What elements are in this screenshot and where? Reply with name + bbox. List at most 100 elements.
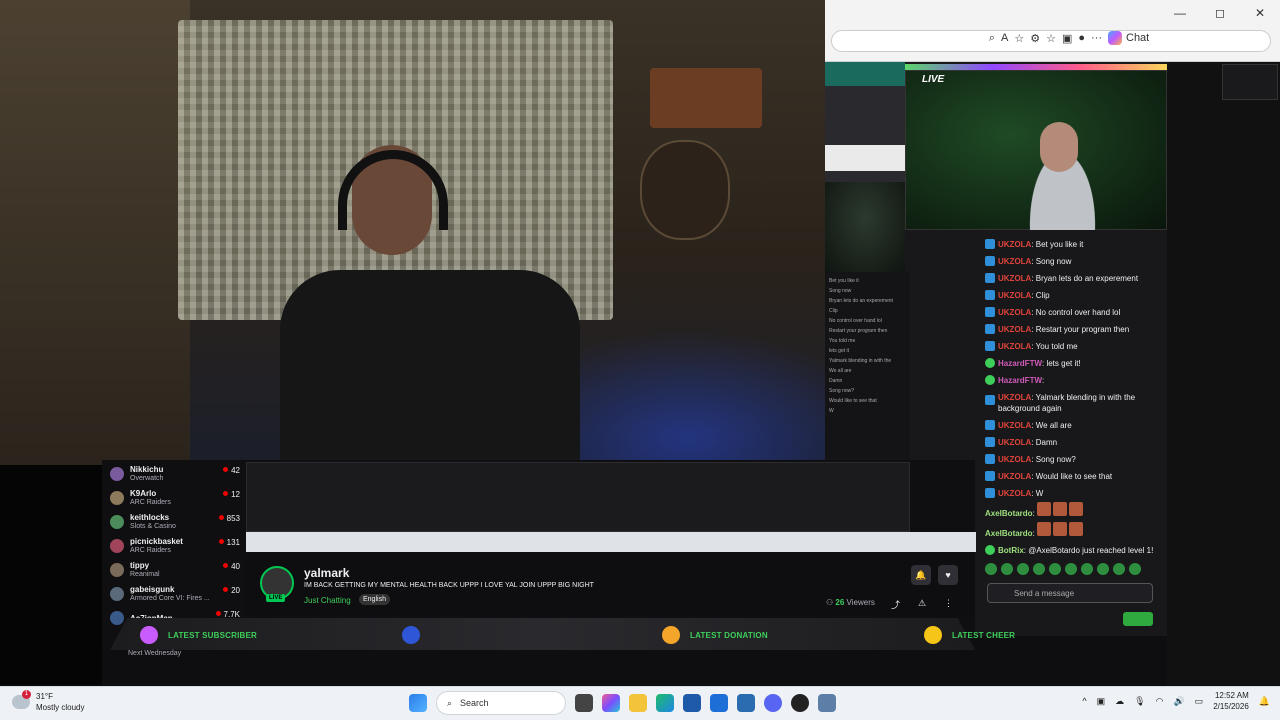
emote-icon[interactable] xyxy=(1017,563,1029,575)
close-button[interactable]: ✕ xyxy=(1240,0,1280,26)
chat-username[interactable]: UKZOLA xyxy=(998,421,1031,430)
profile-icon[interactable]: ● xyxy=(1078,32,1085,44)
chat-send-input[interactable]: Send a message xyxy=(987,583,1153,603)
obs-icon[interactable] xyxy=(791,694,809,712)
emote-icon[interactable] xyxy=(1033,563,1045,575)
chat-text: : lets get it! xyxy=(1042,359,1081,368)
chat-username[interactable]: AxelBotardo xyxy=(985,509,1033,518)
emote-icon[interactable] xyxy=(1065,563,1077,575)
share-icon[interactable]: ⤴ xyxy=(891,598,900,611)
chat-message: UKZOLA: Bet you like it xyxy=(985,236,1155,253)
tray-app-icon[interactable]: ▣ xyxy=(1097,696,1106,707)
emote-icon[interactable] xyxy=(1001,563,1013,575)
heart-alert xyxy=(402,626,420,644)
more-options-icon[interactable]: ⋮ xyxy=(944,598,953,609)
zoom-icon[interactable]: ⌕ xyxy=(989,32,995,45)
emote-icon[interactable] xyxy=(1081,563,1093,575)
channel-avatar xyxy=(110,611,124,625)
chat-text: : Damn xyxy=(1031,438,1058,447)
chat-username[interactable]: UKZOLA xyxy=(998,274,1031,283)
chat-username[interactable]: UKZOLA xyxy=(998,308,1031,317)
taskbar-search-label: Search xyxy=(460,698,489,708)
chat-username[interactable]: HazardFTW xyxy=(998,376,1042,385)
chat-username[interactable]: UKZOLA xyxy=(998,291,1031,300)
settings-icon[interactable] xyxy=(818,694,836,712)
channel-text: gabeisgunk Armored Core VI: Fires ... xyxy=(130,585,210,603)
collections-icon[interactable]: ▣ xyxy=(1062,32,1072,45)
clock[interactable]: 12:52 AM 2/15/2026 xyxy=(1213,690,1249,712)
battery-icon[interactable]: ▭ xyxy=(1195,696,1204,707)
emote-icon[interactable] xyxy=(1049,563,1061,575)
emote-icon xyxy=(1037,502,1052,516)
task-view-icon[interactable] xyxy=(575,694,593,712)
weather-widget[interactable]: 1 31°F Mostly cloudy xyxy=(12,690,84,713)
chat-username[interactable]: AxelBotardo xyxy=(985,529,1033,538)
streamer-name[interactable]: yalmark xyxy=(304,566,349,580)
chevron-up-icon[interactable]: ^ xyxy=(1082,696,1086,706)
chat-username[interactable]: UKZOLA xyxy=(998,455,1031,464)
subscriber-badge-icon xyxy=(985,341,995,351)
follow-heart-button[interactable]: ♥ xyxy=(938,565,958,585)
copilot-chat-button[interactable]: Chat xyxy=(1108,31,1278,45)
chat-text: : Song now xyxy=(1031,257,1072,266)
mini-chat-line: Bet you like it xyxy=(829,278,859,284)
file-explorer-icon[interactable] xyxy=(629,694,647,712)
chat-username[interactable]: UKZOLA xyxy=(998,472,1031,481)
chat-username[interactable]: HazardFTW xyxy=(998,359,1042,368)
wifi-icon[interactable]: ◠ xyxy=(1156,696,1164,707)
read-aloud-icon[interactable]: A xyxy=(1001,32,1008,44)
channel-viewer-count: 853 xyxy=(219,514,240,523)
chat-username[interactable]: UKZOLA xyxy=(998,257,1031,266)
channel-item[interactable]: picnickbasket ARC Raiders 131 xyxy=(110,534,240,558)
emote-icon[interactable] xyxy=(985,563,997,575)
chat-username[interactable]: UKZOLA xyxy=(998,393,1031,402)
notification-bell-icon[interactable]: 🔔 xyxy=(1259,696,1270,707)
mini-chat-line: Restart your program then xyxy=(829,328,888,334)
chat-username[interactable]: UKZOLA xyxy=(998,438,1031,447)
emote-icon[interactable] xyxy=(1113,563,1125,575)
volume-icon[interactable]: 🔊 xyxy=(1173,696,1184,707)
cloud-sync-icon[interactable]: ☁ xyxy=(1115,696,1124,707)
windows-start-icon[interactable] xyxy=(409,694,427,712)
channel-item[interactable]: Nikkichu Overwatch 42 xyxy=(110,462,240,486)
channel-name: tippy xyxy=(130,561,150,570)
channel-item[interactable]: gabeisgunk Armored Core VI: Fires ... 20 xyxy=(110,582,240,606)
channel-item[interactable]: tippy Reanimal 40 xyxy=(110,558,240,582)
chat-username[interactable]: UKZOLA xyxy=(998,489,1031,498)
report-icon[interactable]: ⚠ xyxy=(918,598,926,609)
chat-message-body: UKZOLA: Restart your program then xyxy=(998,321,1129,338)
channel-item[interactable]: K9Arlo ARC Raiders 12 xyxy=(110,486,240,510)
app-icon[interactable] xyxy=(737,694,755,712)
notification-bell-button[interactable]: 🔔 xyxy=(911,565,931,585)
copilot-app-icon[interactable] xyxy=(602,694,620,712)
minimize-button[interactable]: — xyxy=(1160,0,1200,26)
channel-game: Reanimal xyxy=(130,571,160,578)
chat-message-body: HazardFTW: lets get it! xyxy=(998,355,1081,372)
chat-message: UKZOLA: Song now xyxy=(985,253,1155,270)
channel-item[interactable]: keithlocks Slots & Casino 853 xyxy=(110,510,240,534)
chat-username[interactable]: UKZOLA xyxy=(998,342,1031,351)
edge-browser-icon[interactable] xyxy=(656,694,674,712)
emote-icon[interactable] xyxy=(1097,563,1109,575)
subscriber-badge-icon xyxy=(985,256,995,266)
more-icon[interactable]: ··· xyxy=(1091,32,1102,44)
favorite-star-icon[interactable]: ☆ xyxy=(1014,32,1024,45)
favorites-icon[interactable]: ☆ xyxy=(1046,32,1056,45)
chat-message: AxelBotardo: xyxy=(985,522,1155,542)
mic-icon[interactable]: 🎙 xyxy=(1134,696,1145,707)
stream-category[interactable]: Just Chatting xyxy=(304,596,351,605)
chat-send-button[interactable] xyxy=(1123,612,1153,626)
nested-webcam xyxy=(825,182,905,272)
taskbar-search[interactable]: ⌕ Search xyxy=(436,691,566,715)
maximize-button[interactable]: ◻ xyxy=(1200,0,1240,26)
chat-username[interactable]: UKZOLA xyxy=(998,325,1031,334)
stream-tag[interactable]: English xyxy=(359,594,390,605)
discord-icon[interactable] xyxy=(764,694,782,712)
extensions-icon[interactable]: ⚙ xyxy=(1030,32,1040,45)
emote-icon[interactable] xyxy=(1129,563,1141,575)
dropbox-icon[interactable] xyxy=(710,694,728,712)
chat-message-body: UKZOLA: Bet you like it xyxy=(998,236,1083,253)
chat-username[interactable]: BotRix xyxy=(998,546,1024,555)
chat-username[interactable]: UKZOLA xyxy=(998,240,1031,249)
store-icon[interactable] xyxy=(683,694,701,712)
